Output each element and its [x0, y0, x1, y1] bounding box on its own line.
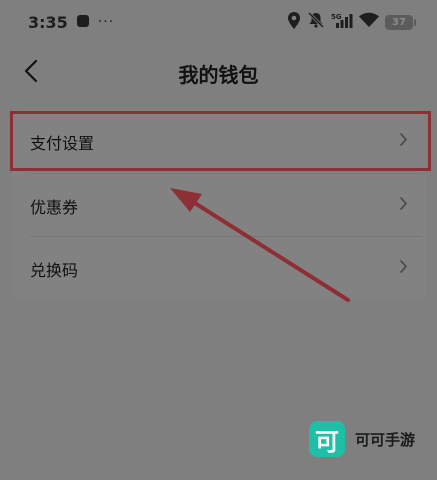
- status-time: 3:35: [28, 12, 68, 32]
- mute-icon: [307, 11, 325, 32]
- battery-level: 37: [392, 16, 406, 28]
- status-right: 5G 37: [287, 11, 416, 33]
- menu-item-label: 兑换码: [30, 260, 79, 280]
- chevron-left-icon: [24, 59, 38, 87]
- signal-5g-icon: 5G: [331, 12, 353, 33]
- chevron-right-icon: [399, 196, 408, 215]
- chevron-right-icon: [399, 259, 408, 278]
- location-icon: [287, 11, 301, 33]
- battery-icon: 37: [385, 14, 416, 30]
- status-left: 3:35 ···: [28, 13, 114, 32]
- menu-item-coupons[interactable]: 优惠券: [12, 174, 426, 237]
- watermark-text: 可可手游: [354, 430, 415, 449]
- watermark-logo: 可: [308, 421, 345, 457]
- menu-item-label: 优惠券: [30, 197, 79, 217]
- notification-icon: [76, 13, 90, 32]
- status-bar: 3:35 ··· 5G 37: [0, 0, 437, 44]
- back-button[interactable]: [16, 58, 46, 88]
- annotation-highlight-box: [10, 111, 431, 171]
- svg-text:5G: 5G: [331, 13, 342, 21]
- menu-item-redeem-code[interactable]: 兑换码: [12, 237, 426, 300]
- wifi-icon: [359, 12, 379, 32]
- nav-bar: 我的钱包: [0, 48, 437, 98]
- page-title: 我的钱包: [178, 62, 259, 87]
- watermark: 可 可可手游: [308, 421, 415, 457]
- notification-dots: ···: [97, 14, 115, 30]
